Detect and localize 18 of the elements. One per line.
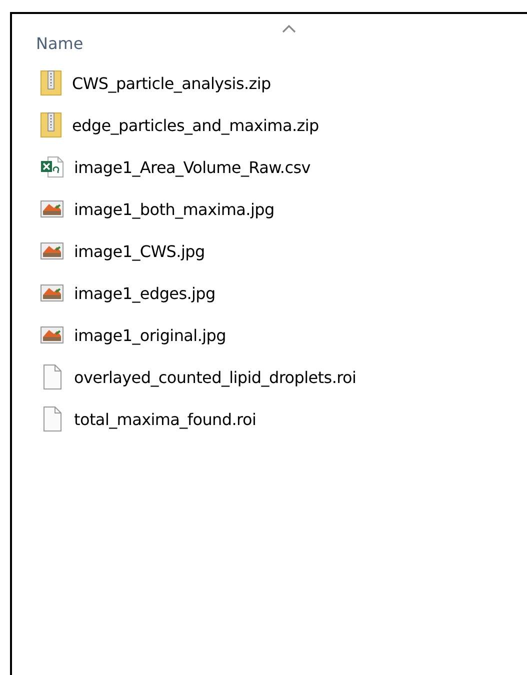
file-name[interactable]: image1_Area_Volume_Raw.csv [74,158,310,176]
image-file-icon [40,283,64,303]
file-name[interactable]: image1_edges.jpg [74,284,216,302]
file-name[interactable]: overlayed_counted_lipid_droplets.roi [74,368,356,386]
file-name[interactable]: edge_particles_and_maxima.zip [72,116,319,134]
file-name[interactable]: image1_both_maxima.jpg [74,200,274,218]
spreadsheet-file-icon [40,155,64,179]
zip-folder-icon [40,70,62,96]
file-name[interactable]: total_maxima_found.roi [74,410,256,428]
file-name[interactable]: CWS_particle_analysis.zip [72,74,271,92]
column-header[interactable]: Name [36,34,84,53]
image-file-icon [40,241,64,261]
file-name[interactable]: image1_CWS.jpg [74,242,205,260]
zip-folder-icon [40,112,62,138]
sort-caret-icon[interactable] [282,24,296,33]
image-file-icon [40,199,64,219]
file-name[interactable]: image1_original.jpg [74,326,226,344]
image-file-icon [40,325,64,345]
